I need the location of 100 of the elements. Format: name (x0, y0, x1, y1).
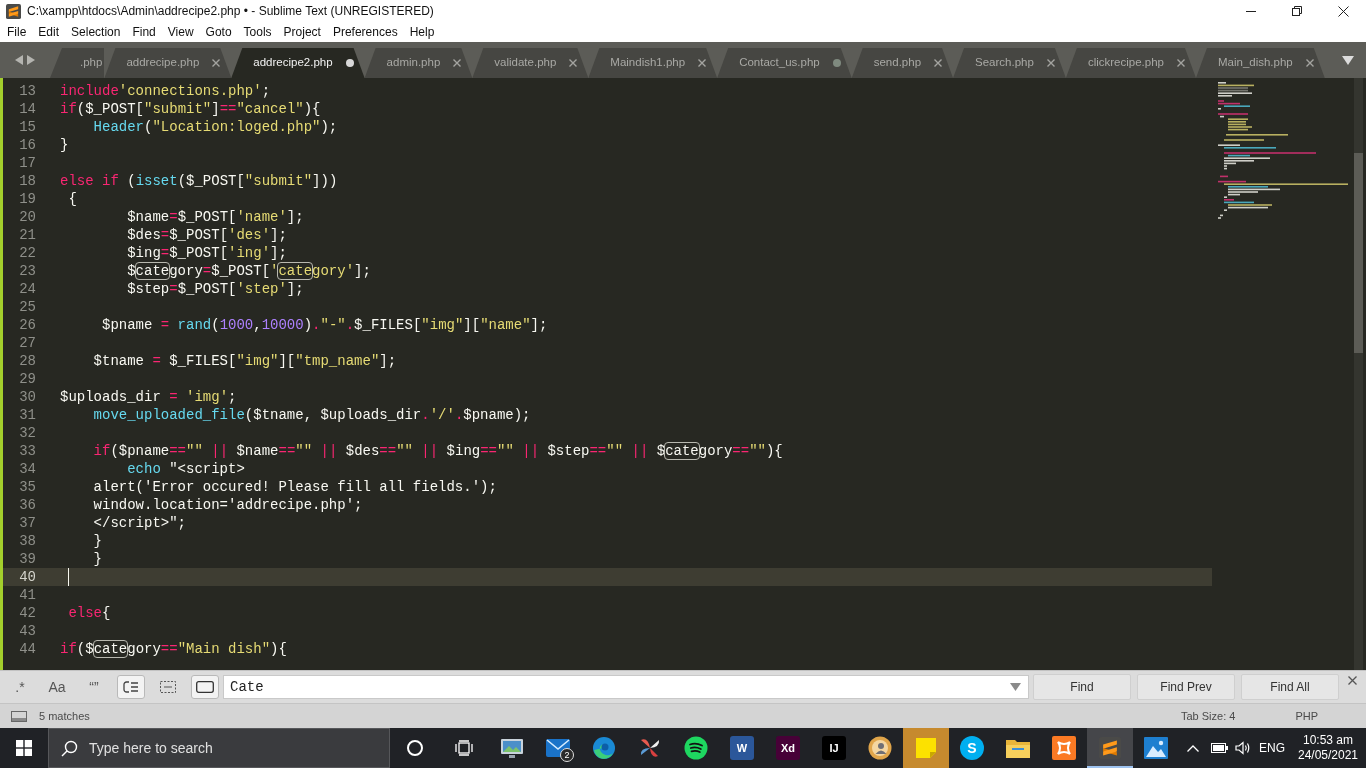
tab[interactable]: Contact_us.php (717, 48, 852, 78)
tab[interactable]: Search.php (953, 48, 1066, 78)
taskbar-button[interactable]: 2 (535, 728, 581, 768)
code-line: else{ (68, 604, 111, 622)
line-number: 43 (19, 622, 36, 640)
toggle-button[interactable]: .* (6, 675, 34, 699)
tab[interactable]: admin.php (364, 48, 473, 78)
search-icon (61, 740, 78, 757)
tab[interactable]: addrecipe2.php (231, 48, 365, 78)
clock-date[interactable]: 24/05/2021 (1297, 748, 1359, 763)
panel-icon (11, 710, 27, 722)
code-line: $ing=$_POST['ing']; (127, 244, 287, 262)
clock-time[interactable]: 10:53 am (1302, 733, 1353, 748)
input-language[interactable]: ENG (1255, 739, 1289, 757)
scroll-right-button[interactable] (27, 55, 35, 65)
find-prev-button[interactable]: Find Prev (1137, 674, 1235, 700)
code-line: $pname = rand(1000,10000)."-".$_FILES["img"]["name"]; (102, 316, 548, 334)
swirl-icon (592, 736, 616, 760)
scrollbar-thumb[interactable] (1354, 153, 1363, 353)
line-number: 29 (19, 370, 36, 388)
search-field[interactable]: Type here to search (48, 728, 390, 768)
line-number: 21 (19, 226, 36, 244)
line-number: 32 (19, 424, 36, 442)
taskbar-button[interactable]: W (719, 728, 765, 768)
menu-item[interactable]: Tools (237, 23, 278, 41)
line-number: 26 (19, 316, 36, 334)
code-line: include'connections.php'; (60, 82, 271, 100)
task-view-icon (454, 740, 473, 756)
menu-item[interactable]: File (1, 23, 33, 41)
app-logo: W (730, 736, 754, 760)
find-all-button[interactable]: Find All (1241, 674, 1339, 700)
line-number: 40 (19, 568, 36, 586)
code-line: $name=$_POST['name']; (127, 208, 304, 226)
menu-item[interactable]: Project (277, 23, 327, 41)
app-logo: S (960, 736, 984, 760)
panel-toggle-button[interactable] (11, 710, 27, 722)
circle-arcs-icon (684, 736, 708, 760)
tab[interactable]: Maindish1.php (588, 48, 718, 78)
tab[interactable]: clickrecipe.php (1065, 48, 1196, 78)
close-icon[interactable] (698, 59, 707, 67)
toggle-button[interactable] (191, 675, 219, 699)
find-button[interactable]: Find (1033, 674, 1131, 700)
line-number: 30 (19, 388, 36, 406)
app-logo: Xd (776, 736, 800, 760)
code-line: window.location='addrecipe.php'; (93, 496, 363, 514)
line-number: 42 (19, 604, 36, 622)
menu-item[interactable]: Help (403, 23, 441, 41)
menu-item[interactable]: Selection (65, 23, 127, 41)
code-line: { (68, 190, 77, 208)
right-triangle-icon (27, 55, 35, 65)
scrollbar[interactable] (1354, 78, 1363, 670)
code-line: } (93, 550, 102, 568)
menu-item[interactable]: Find (126, 23, 162, 41)
menu-item[interactable]: Edit (32, 23, 66, 41)
tab[interactable]: .php (50, 48, 105, 78)
scroll-left-button[interactable] (15, 55, 23, 65)
toggle-button[interactable] (117, 675, 145, 699)
restore-icon (1292, 6, 1302, 16)
menu-item[interactable]: Goto (199, 23, 238, 41)
dropdown-caret-icon[interactable] (1010, 683, 1021, 691)
close-icon[interactable] (1046, 59, 1055, 67)
envelope-icon (546, 739, 570, 757)
app-logo: IJ (822, 736, 846, 760)
toggle-button[interactable]: Aa (43, 675, 71, 699)
line-number: 34 (19, 460, 36, 478)
line-number: 38 (19, 532, 36, 550)
battery-icon (1210, 743, 1228, 753)
chevron-up-icon (1187, 744, 1199, 752)
tab[interactable]: validate.php (472, 48, 589, 78)
find-input-field[interactable]: Cate (223, 675, 1029, 699)
tab[interactable]: send.php (851, 48, 954, 78)
menu-item[interactable]: Preferences (326, 23, 404, 41)
tab[interactable]: Main_dish.php (1195, 48, 1325, 78)
close-icon[interactable] (1305, 59, 1314, 67)
code-line: } (60, 136, 69, 154)
close-icon[interactable] (569, 59, 578, 67)
tab[interactable]: addrecipe.php (104, 48, 232, 78)
close-find-button[interactable] (1348, 676, 1357, 685)
taskbar-button[interactable]: Xd (765, 728, 811, 768)
menu-item[interactable]: View (161, 23, 200, 41)
code-line: $des=$_POST['des']; (127, 226, 287, 244)
close-icon[interactable] (1176, 59, 1185, 67)
code-line: move_uploaded_file($tname, $uploads_dir.'/'.$pname); (93, 406, 531, 424)
text-cursor (68, 568, 69, 586)
close-icon[interactable] (934, 59, 943, 67)
line-number: 44 (19, 640, 36, 658)
line-number: 35 (19, 478, 36, 496)
code-line: $uploads_dir = 'img'; (60, 388, 237, 406)
wrap-icon (123, 681, 139, 693)
close-icon[interactable] (212, 59, 221, 67)
highlight-matches-icon (196, 681, 214, 693)
syntax-mode[interactable]: PHP (1295, 707, 1318, 725)
tab-list-button[interactable] (1342, 55, 1354, 65)
tab-size[interactable]: Tab Size: 4 (1180, 707, 1236, 725)
code-line: } (93, 532, 102, 550)
close-icon[interactable] (453, 59, 462, 67)
speaker-icon (1235, 741, 1251, 755)
taskbar-button[interactable]: IJ (811, 728, 857, 768)
line-number: 24 (19, 280, 36, 298)
toggle-button[interactable]: “” (80, 675, 108, 699)
